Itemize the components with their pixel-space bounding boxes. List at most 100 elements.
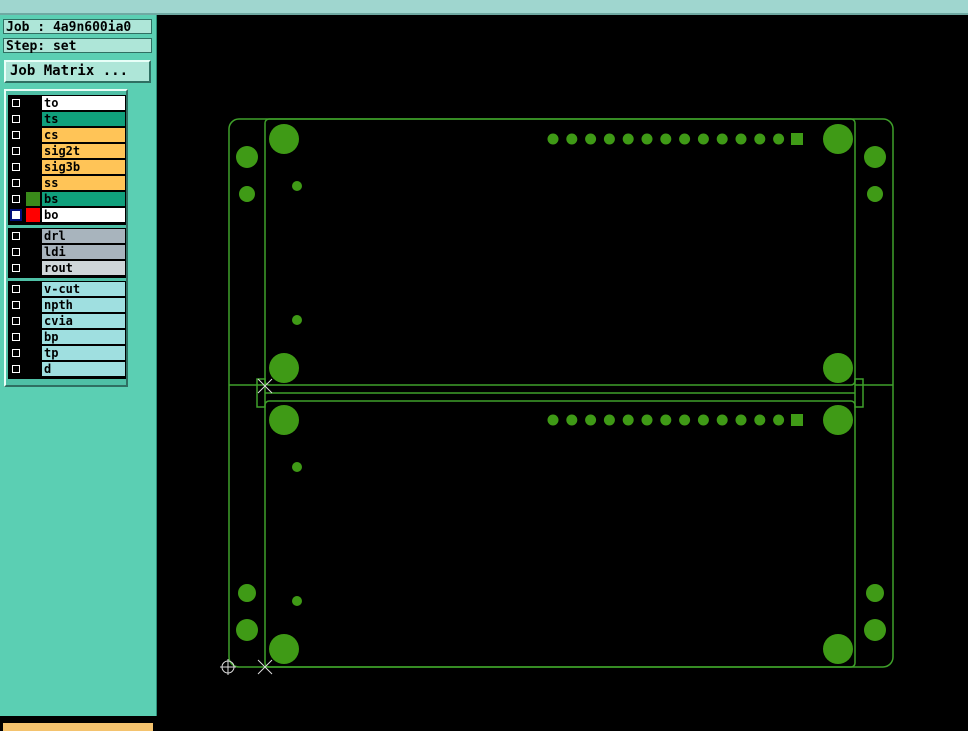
rail-hole — [239, 186, 255, 202]
via-pad-bottom — [292, 462, 302, 472]
mount-hole-top — [269, 124, 299, 154]
layer-color-swatch[interactable] — [26, 314, 40, 328]
layer-row-ss[interactable]: ss — [8, 175, 126, 191]
header-pin-bottom — [773, 414, 785, 426]
mount-hole-bottom — [823, 634, 853, 664]
layer-row-sig2t[interactable]: sig2t — [8, 143, 126, 159]
header-pin-top — [697, 133, 709, 145]
layer-label[interactable]: rout — [42, 261, 125, 275]
layer-checkbox-npth[interactable] — [10, 299, 22, 311]
status-strip — [3, 723, 153, 731]
layer-label[interactable]: v-cut — [42, 282, 125, 296]
layer-label[interactable]: bs — [42, 192, 125, 206]
title-bar — [0, 0, 968, 15]
rail-hole — [236, 146, 258, 168]
layer-color-swatch[interactable] — [26, 245, 40, 259]
via-pad-top — [292, 181, 302, 191]
layer-row-d[interactable]: d — [8, 361, 126, 377]
layer-color-swatch[interactable] — [26, 208, 40, 222]
layer-row-to[interactable]: to — [8, 95, 126, 111]
layer-label[interactable]: ss — [42, 176, 125, 190]
header-pin-bottom — [716, 414, 728, 426]
layer-label[interactable]: cvia — [42, 314, 125, 328]
layer-row-tp[interactable]: tp — [8, 345, 126, 361]
header-pin-top — [622, 133, 634, 145]
layer-checkbox-tp[interactable] — [10, 347, 22, 359]
job-label: Job : 4a9n600ia0 — [3, 19, 152, 35]
layer-row-rout[interactable]: rout — [8, 260, 126, 276]
rail-hole — [867, 186, 883, 202]
layer-label[interactable]: sig2t — [42, 144, 125, 158]
layer-row-bo[interactable]: bo — [8, 207, 126, 223]
layer-checkbox-sig3b[interactable] — [10, 161, 22, 173]
layer-label[interactable]: cs — [42, 128, 125, 142]
header-pin-top — [566, 133, 578, 145]
layer-checkbox-to[interactable] — [10, 97, 22, 109]
mount-hole-top — [823, 124, 853, 154]
header-pin-bottom — [679, 414, 691, 426]
layer-row-bs[interactable]: bs — [8, 191, 126, 207]
layer-row-cs[interactable]: cs — [8, 127, 126, 143]
layer-label[interactable]: tp — [42, 346, 125, 360]
layer-label[interactable]: d — [42, 362, 125, 376]
layer-color-swatch[interactable] — [26, 229, 40, 243]
layer-label[interactable]: npth — [42, 298, 125, 312]
layer-row-cvia[interactable]: cvia — [8, 313, 126, 329]
layer-checkbox-v-cut[interactable] — [10, 283, 22, 295]
board-canvas[interactable] — [157, 15, 968, 716]
layer-checkbox-bp[interactable] — [10, 331, 22, 343]
layer-row-drl[interactable]: drl — [8, 228, 126, 244]
via-pad-bottom — [292, 596, 302, 606]
layer-checkbox-ts[interactable] — [10, 113, 22, 125]
layer-checkbox-d[interactable] — [10, 363, 22, 375]
rail-hole — [238, 584, 256, 602]
layer-color-swatch[interactable] — [26, 346, 40, 360]
header-pin-bottom — [660, 414, 672, 426]
layer-color-swatch[interactable] — [26, 298, 40, 312]
layer-row-sig3b[interactable]: sig3b — [8, 159, 126, 175]
layer-color-swatch[interactable] — [26, 160, 40, 174]
header-pin-bottom — [603, 414, 615, 426]
layer-checkbox-ss[interactable] — [10, 177, 22, 189]
layer-color-swatch[interactable] — [26, 144, 40, 158]
layer-checkbox-cvia[interactable] — [10, 315, 22, 327]
layer-label[interactable]: sig3b — [42, 160, 125, 174]
layer-color-swatch[interactable] — [26, 192, 40, 206]
layer-checkbox-cs[interactable] — [10, 129, 22, 141]
layer-label[interactable]: to — [42, 96, 125, 110]
header-pin-bottom — [735, 414, 747, 426]
layer-checkbox-rout[interactable] — [10, 262, 22, 274]
header-pin-bottom — [641, 414, 653, 426]
header-pin-bottom — [566, 414, 578, 426]
layer-color-swatch[interactable] — [26, 261, 40, 275]
layer-color-swatch[interactable] — [26, 112, 40, 126]
layer-row-ts[interactable]: ts — [8, 111, 126, 127]
layer-color-swatch[interactable] — [26, 176, 40, 190]
layer-label[interactable]: bp — [42, 330, 125, 344]
layer-checkbox-bs[interactable] — [10, 193, 22, 205]
layer-label[interactable]: bo — [42, 208, 125, 222]
layer-row-bp[interactable]: bp — [8, 329, 126, 345]
layer-color-swatch[interactable] — [26, 282, 40, 296]
mount-hole-top — [823, 353, 853, 383]
layer-color-swatch[interactable] — [26, 96, 40, 110]
rail-hole — [864, 619, 886, 641]
layer-color-swatch[interactable] — [26, 362, 40, 376]
layer-color-swatch[interactable] — [26, 330, 40, 344]
layer-row-npth[interactable]: npth — [8, 297, 126, 313]
header-pin-top — [716, 133, 728, 145]
job-matrix-button[interactable]: Job Matrix ... — [4, 60, 151, 83]
layer-checkbox-bo[interactable] — [10, 209, 22, 221]
layer-row-v-cut[interactable]: v-cut — [8, 281, 126, 297]
mount-hole-bottom — [269, 405, 299, 435]
layer-row-ldi[interactable]: ldi — [8, 244, 126, 260]
layer-checkbox-sig2t[interactable] — [10, 145, 22, 157]
layer-label[interactable]: ldi — [42, 245, 125, 259]
layer-color-swatch[interactable] — [26, 128, 40, 142]
layer-checkbox-ldi[interactable] — [10, 246, 22, 258]
layer-label[interactable]: ts — [42, 112, 125, 126]
layer-checkbox-drl[interactable] — [10, 230, 22, 242]
layer-label[interactable]: drl — [42, 229, 125, 243]
header-pin-top — [660, 133, 672, 145]
header-pin-top — [754, 133, 766, 145]
